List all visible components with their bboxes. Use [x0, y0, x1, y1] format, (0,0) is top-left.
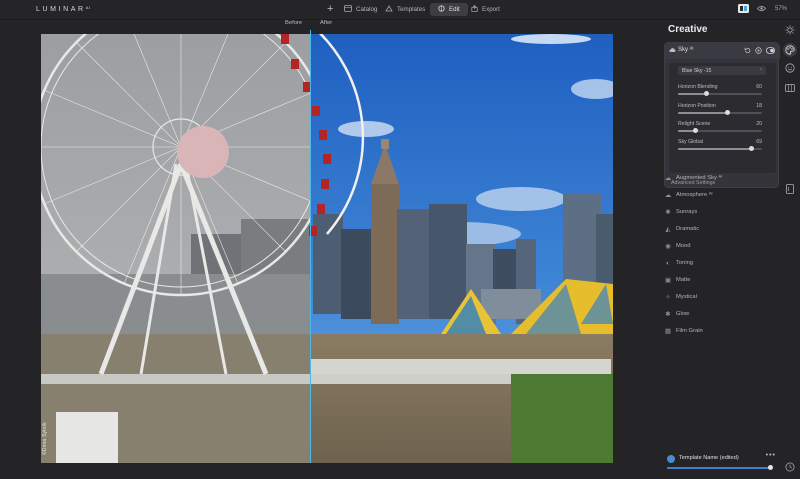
- professional-tools-icon[interactable]: [784, 82, 796, 94]
- zoom-level[interactable]: 57%: [775, 6, 787, 12]
- tool-item[interactable]: ☁ Atmosphere ᴬᴵ: [664, 189, 713, 201]
- cloud-icon: ☁: [664, 175, 672, 182]
- tool-item[interactable]: ◐ Toning: [664, 257, 693, 269]
- slider-value[interactable]: 69: [756, 139, 762, 145]
- catalog-tab[interactable]: Catalog: [344, 3, 377, 16]
- photo-canvas[interactable]: [41, 34, 613, 463]
- catalog-icon: [344, 5, 352, 14]
- slider-fill: [678, 148, 752, 150]
- slider-knob[interactable]: [725, 110, 731, 115]
- toning-icon: ◐: [666, 259, 670, 267]
- add-photos-button[interactable]: +: [327, 3, 333, 15]
- cloud-icon: ☁: [664, 192, 672, 199]
- tool-label: Mood: [676, 243, 691, 249]
- sky-tool-card: Sky ᴬᴵ Blue Sky -15 ⌃ Horizon Blending 60…: [664, 42, 780, 188]
- export-tab[interactable]: Export: [471, 3, 500, 16]
- templates-icon: [385, 5, 393, 14]
- tool-item[interactable]: ▣ Matte: [664, 274, 691, 286]
- slider-track[interactable]: [678, 91, 762, 96]
- template-amount-slider[interactable]: [667, 467, 771, 469]
- visibility-icon[interactable]: [755, 47, 762, 56]
- template-thumbnail[interactable]: [667, 455, 675, 463]
- export-icon: [471, 5, 478, 14]
- matte-icon: ▣: [664, 277, 672, 284]
- slider-value[interactable]: 20: [756, 121, 762, 127]
- tool-item[interactable]: ▦ Film Grain: [664, 325, 703, 337]
- layers-panel-icon[interactable]: [784, 183, 796, 195]
- slider-value[interactable]: 18: [756, 103, 762, 109]
- edit-label: Edit: [449, 6, 460, 13]
- tool-item[interactable]: ✺ Sunrays: [664, 206, 697, 218]
- templates-tab[interactable]: Templates: [385, 3, 425, 16]
- after-label: After: [320, 20, 333, 26]
- sky-tool-name: Sky ᴬᴵ: [678, 47, 694, 53]
- sky-settings: Blue Sky -15 ⌃ Horizon Blending 60 Horizon…: [669, 63, 776, 173]
- sky-tool-header[interactable]: Sky ᴬᴵ: [665, 43, 780, 59]
- film-grain-icon: ▦: [664, 328, 672, 335]
- template-amount-knob[interactable]: [768, 465, 773, 470]
- glow-icon: ✱: [665, 311, 671, 318]
- essentials-sun-icon[interactable]: [784, 24, 796, 36]
- tool-label: Matte: [676, 277, 691, 283]
- slider-track[interactable]: [678, 146, 762, 151]
- catalog-label: Catalog: [356, 6, 378, 13]
- tool-label: Film Grain: [676, 328, 703, 334]
- cloud-icon: [669, 47, 676, 55]
- tool-enable-toggle[interactable]: [766, 47, 775, 56]
- template-bar: Template Name (edited) •••: [663, 452, 779, 470]
- chevron-updown-icon: ⌃: [758, 67, 763, 74]
- slider-label: Relight Scene: [678, 121, 711, 127]
- edit-tab[interactable]: Edit: [430, 3, 468, 16]
- tool-item[interactable]: ◭ Dramatic: [664, 223, 700, 235]
- sun-icon: ✺: [665, 209, 671, 216]
- slider-track[interactable]: [678, 110, 762, 115]
- more-options-icon[interactable]: •••: [766, 452, 776, 459]
- tool-label: Dramatic: [676, 226, 700, 232]
- template-name[interactable]: Template Name (edited): [679, 455, 739, 461]
- portrait-face-icon[interactable]: [784, 62, 796, 74]
- compare-toggle-icon[interactable]: [738, 4, 749, 15]
- slider-knob[interactable]: [704, 91, 710, 96]
- slider-knob[interactable]: [749, 146, 755, 151]
- tool-item[interactable]: ◉ Mood: [664, 240, 691, 252]
- sky-selection-value: Blue Sky -15: [682, 67, 712, 74]
- reset-icon[interactable]: [744, 47, 751, 56]
- tool-item[interactable]: ✧ Mystical: [664, 291, 697, 303]
- photo-credit: ©Dima Sytnik: [42, 422, 48, 455]
- templates-label: Templates: [397, 6, 426, 13]
- before-label: Before: [285, 20, 303, 26]
- tool-item[interactable]: ☁ Augmented Sky ᴬᴵ: [664, 172, 722, 184]
- history-clock-icon[interactable]: [784, 461, 796, 473]
- export-label: Export: [482, 6, 500, 13]
- slider-value[interactable]: 60: [756, 84, 762, 90]
- compare-divider-handle[interactable]: [310, 30, 311, 463]
- creative-palette-icon[interactable]: [783, 43, 797, 57]
- edit-icon: [438, 5, 445, 14]
- tool-item[interactable]: ✱ Glow: [664, 308, 689, 320]
- tool-label: Toning: [676, 260, 694, 266]
- tool-label: Augmented Sky ᴬᴵ: [676, 175, 723, 181]
- panel-title: Creative: [668, 24, 708, 35]
- tool-label: Glow: [676, 311, 690, 317]
- app-logo: LUMINARAI: [36, 5, 91, 13]
- slider-knob[interactable]: [693, 128, 699, 133]
- slider-label: Horizon Blending: [678, 84, 718, 90]
- sky-selection-dropdown[interactable]: Blue Sky -15 ⌃: [678, 66, 766, 75]
- top-bar: LUMINARAI + Catalog Templates Edit Expor…: [0, 0, 800, 20]
- mystical-icon: ✧: [665, 294, 671, 301]
- slider-fill: [678, 93, 707, 95]
- slider-label: Horizon Position: [678, 103, 716, 109]
- tool-label: Sunrays: [676, 209, 698, 215]
- dramatic-icon: ◭: [665, 226, 671, 233]
- slider-label: Sky Global: [678, 139, 704, 145]
- mood-icon: ◉: [665, 243, 671, 250]
- photo-image: [41, 34, 613, 463]
- slider-fill: [678, 112, 728, 114]
- creative-panel: Creative Sky ᴬᴵ Blue Sky -15 ⌃ Horizon B…: [660, 20, 782, 479]
- tool-label: Atmosphere ᴬᴵ: [676, 192, 713, 198]
- slider-track[interactable]: [678, 128, 762, 133]
- tool-label: Mystical: [676, 294, 697, 300]
- eye-icon[interactable]: [756, 5, 767, 14]
